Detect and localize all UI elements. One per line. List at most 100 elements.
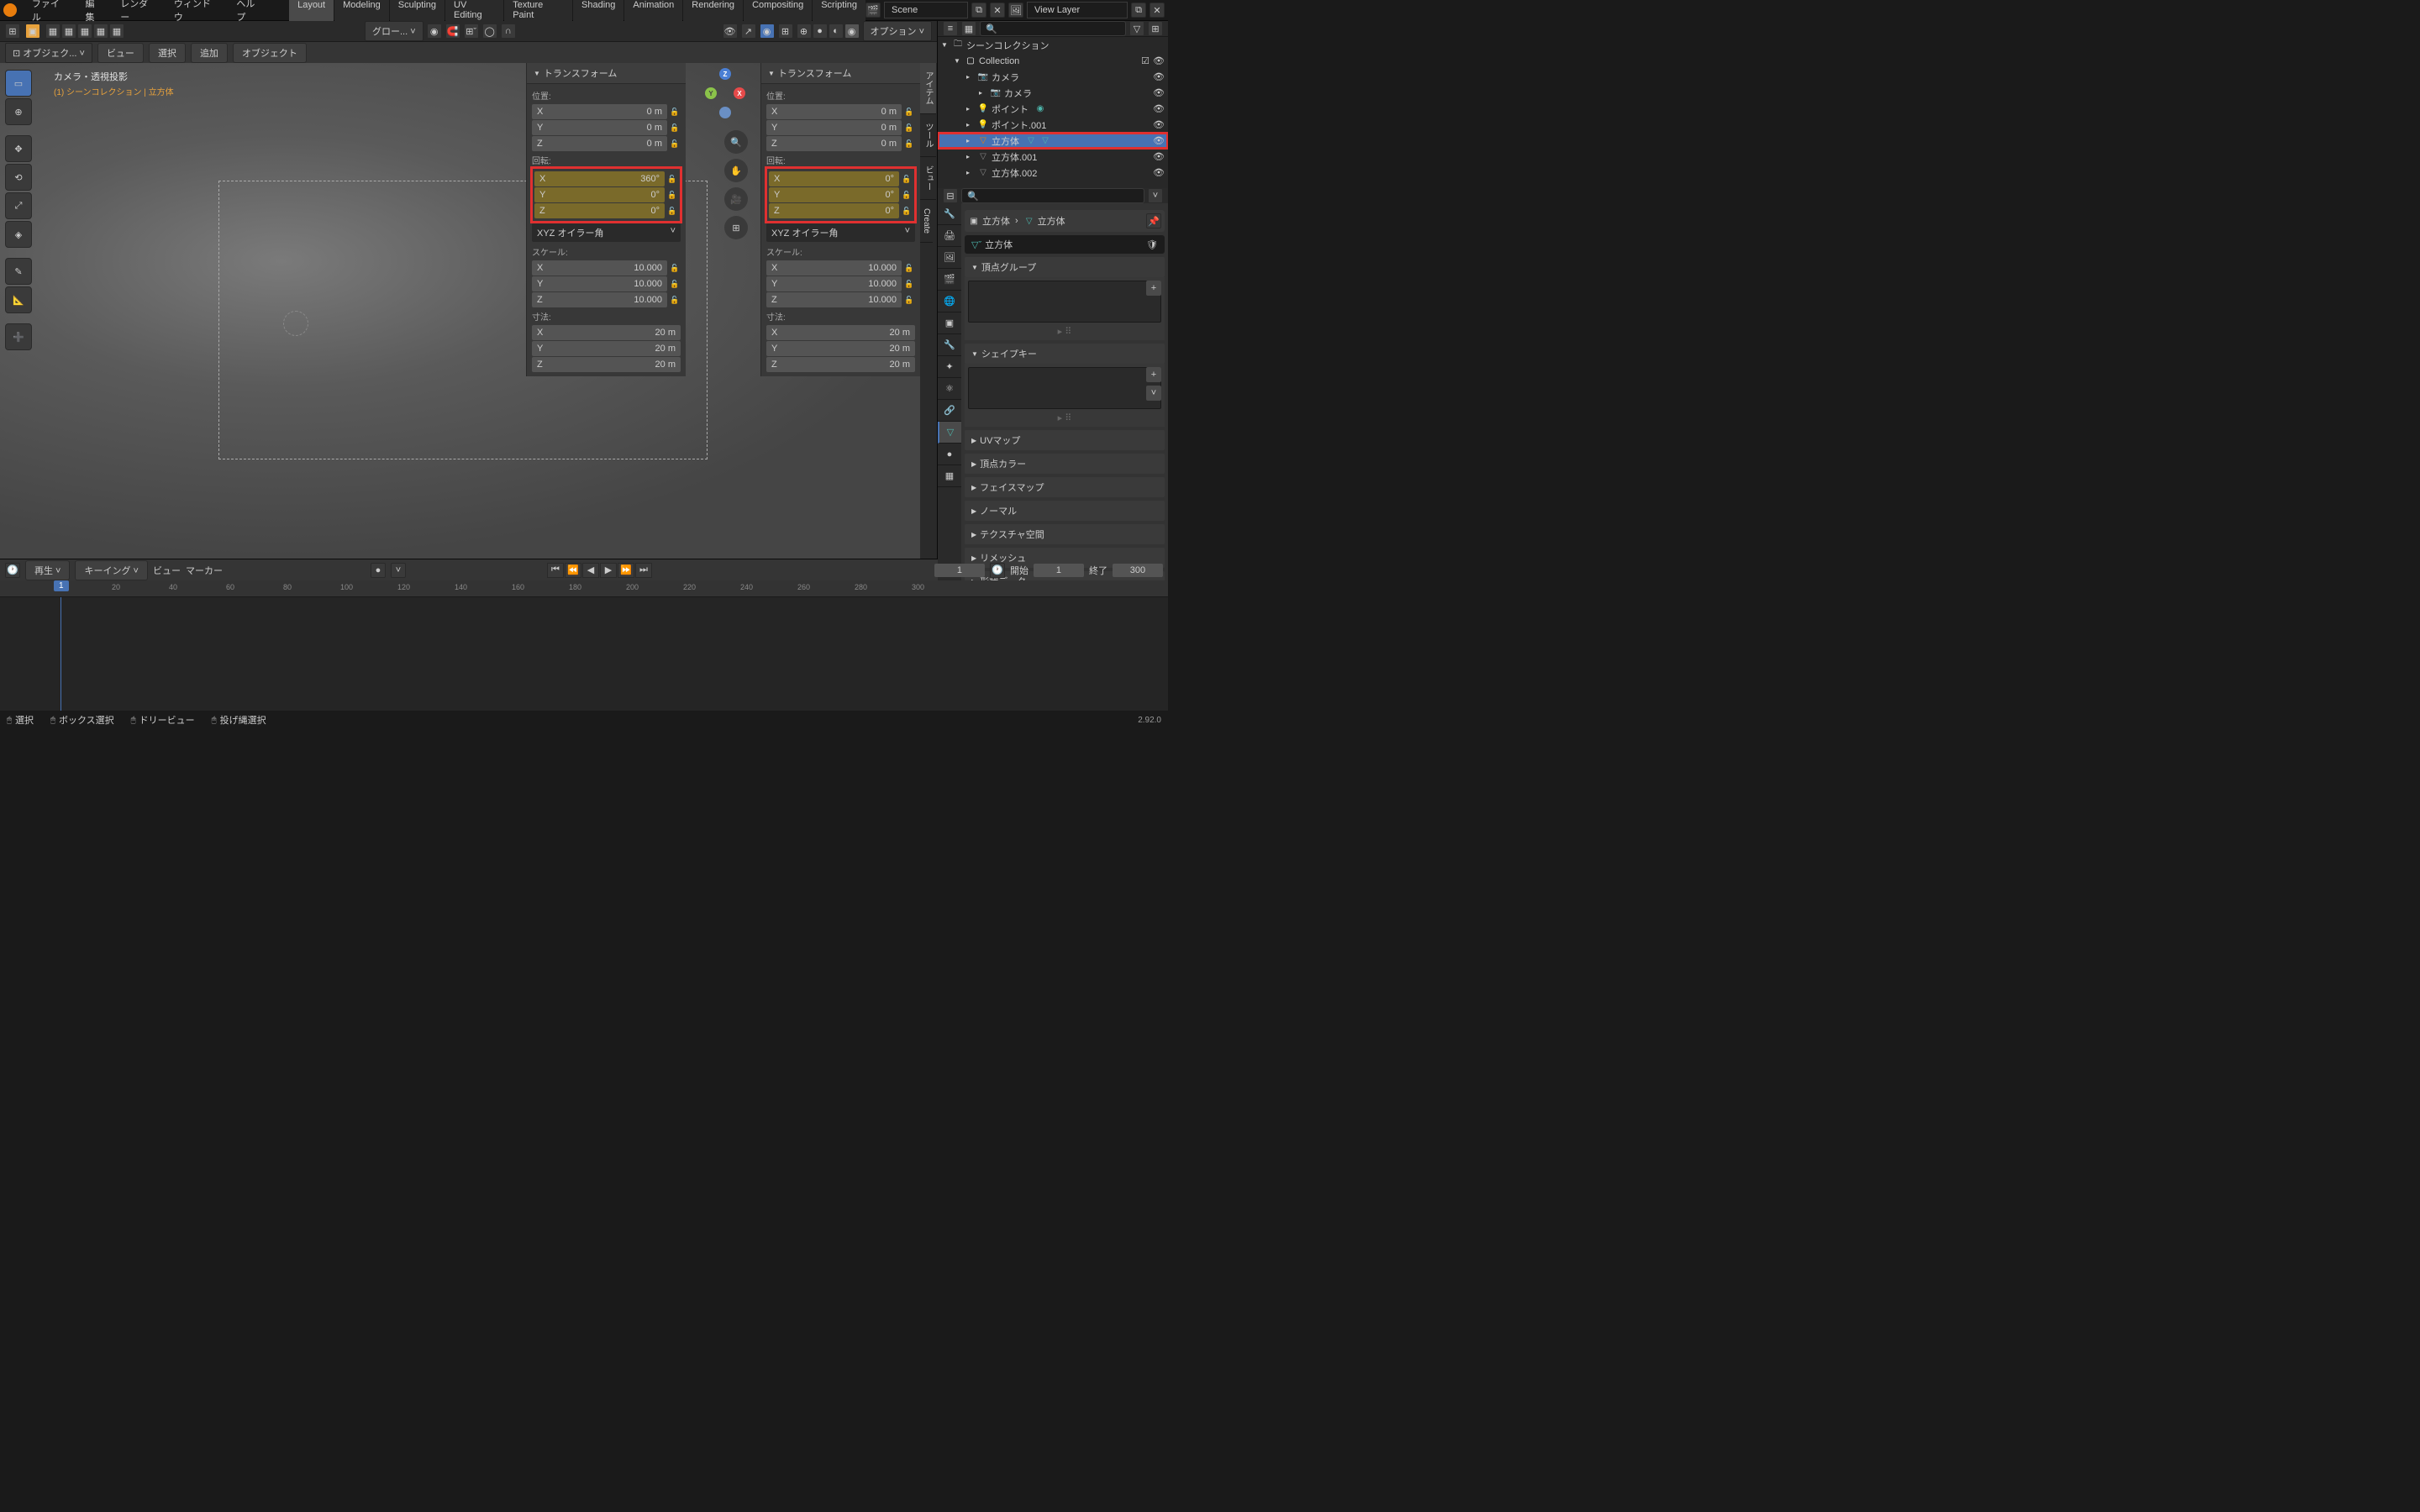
timeline-editor-icon[interactable]: 🕐 [5,563,20,578]
nav-gizmo[interactable]: Z Y X [700,68,750,118]
jump-end-icon[interactable]: ⏭ [635,563,652,578]
ws-tab-layout[interactable]: Layout [289,0,334,24]
outliner-item[interactable]: ▸💡ポイント◉👁 [938,101,1168,117]
tab-constraint-icon[interactable]: 🔗 [938,400,961,422]
scale-z-input[interactable]: Z10.000 [766,292,902,307]
play-icon[interactable]: ▶ [600,563,617,578]
snap-icon[interactable]: 🧲 [445,24,460,39]
tab-modifier-icon[interactable]: 🔧 [938,334,961,356]
select-mode-5-icon[interactable]: ▦ [109,24,124,39]
jump-prev-key-icon[interactable]: ⏪ [565,563,581,578]
tool-annotate[interactable]: ✎ [5,258,32,285]
bc-object[interactable]: 立方体 [982,214,1010,228]
lock-icon[interactable]: 🔓 [666,189,678,201]
lock-icon[interactable]: 🔓 [669,278,681,290]
pos-x-input[interactable]: X0 m [532,104,667,119]
outliner-collection[interactable]: ▼▢Collection☑👁 [938,53,1168,69]
tool-scale[interactable]: ⤢ [5,192,32,219]
shading-render-icon[interactable]: ◉ [844,24,860,39]
tl-marker-menu[interactable]: マーカー [186,564,223,577]
jump-next-key-icon[interactable]: ⏩ [618,563,634,578]
tool-measure[interactable]: 📐 [5,286,32,313]
lock-icon[interactable]: 🔓 [903,278,915,290]
menu-help[interactable]: ヘルプ [228,0,272,24]
persp-toggle-icon[interactable]: ⊞ [724,216,748,239]
list-drag-icon[interactable]: ▸ ⠿ [968,412,1161,423]
pos-y-input[interactable]: Y0 m [532,120,667,135]
ws-tab-anim[interactable]: Animation [624,0,682,24]
overlay-toggle-icon[interactable]: ◉ [760,24,775,39]
cursor-tool-icon[interactable]: ▣ [25,24,40,39]
tool-select-box[interactable]: ▭ [5,70,32,97]
bc-mesh[interactable]: 立方体 [1038,214,1065,228]
rot-y-input[interactable]: Y0° [769,187,899,202]
tool-move[interactable]: ✥ [5,135,32,162]
ws-tab-comp[interactable]: Compositing [744,0,812,24]
props-options-icon[interactable]: ˅ [1148,188,1163,203]
gizmo-y-axis[interactable]: Y [705,87,717,99]
panel-shape-keys[interactable]: シェイプキー [965,344,1165,364]
np-tab-tool[interactable]: ツール [920,114,936,157]
scene-delete-icon[interactable]: ✕ [990,3,1005,18]
np-tab-item[interactable]: アイテム [920,63,936,114]
scene-copy-icon[interactable]: ⧉ [971,3,986,18]
outliner-display-icon[interactable]: ▦ [961,21,976,36]
prop-type-icon[interactable]: ∩ [501,24,516,39]
select-mode-4-icon[interactable]: ▦ [93,24,108,39]
scene-name-input[interactable]: Scene [884,2,968,18]
dim-y-input[interactable]: Y20 m [766,341,915,356]
rot-z-input[interactable]: Z0° [534,203,665,218]
rot-z-input[interactable]: Z0° [769,203,899,218]
lock-icon[interactable]: 🔓 [666,173,678,185]
shape-keys-list[interactable] [968,367,1161,409]
outliner-item[interactable]: ▸▽立方体▽▽👁 [938,133,1168,149]
options-dropdown[interactable]: オプション ˅ [863,21,932,41]
camera-view-icon[interactable]: 🎥 [724,187,748,211]
viewlayer-name-input[interactable]: View Layer [1027,2,1128,18]
dim-y-input[interactable]: Y20 m [532,341,681,356]
dim-z-input[interactable]: Z20 m [766,357,915,372]
lock-icon[interactable]: 🔓 [666,205,678,217]
editor-type-icon[interactable]: ⊞ [5,24,20,39]
ws-tab-sculpting[interactable]: Sculpting [390,0,445,24]
scale-y-input[interactable]: Y10.000 [766,276,902,291]
pos-z-input[interactable]: Z0 m [766,136,902,151]
end-frame-input[interactable]: 300 [1113,564,1163,577]
dropdown-button[interactable]: ˅ [1146,386,1161,401]
menu-select[interactable]: 選択 [149,43,186,63]
eye-icon[interactable]: 👁 [1153,151,1165,162]
panel-texture-space[interactable]: テクスチャ空間 [965,524,1165,544]
current-frame-input[interactable]: 1 [934,564,985,577]
scale-z-input[interactable]: Z10.000 [532,292,667,307]
select-mode-2-icon[interactable]: ▦ [61,24,76,39]
eye-icon[interactable]: 👁 [1153,135,1165,146]
list-drag-icon[interactable]: ▸ ⠿ [968,326,1161,337]
viewlayer-browse-icon[interactable]: 🖼 [1008,3,1023,18]
autokey-mode-icon[interactable]: ˅ [391,563,406,578]
outliner-item[interactable]: ▸▽立方体.002👁 [938,165,1168,181]
checkbox-icon[interactable]: ☑ [1141,55,1150,66]
tab-particle-icon[interactable]: ✦ [938,356,961,378]
pos-y-input[interactable]: Y0 m [766,120,902,135]
ws-tab-texpaint[interactable]: Texture Paint [504,0,572,24]
zoom-button-icon[interactable]: 🔍 [724,130,748,154]
menu-render[interactable]: レンダー [112,0,166,24]
tab-render-icon[interactable]: 🔧 [938,203,961,225]
lock-icon[interactable]: 🔓 [669,122,681,134]
panel-vertex-colors[interactable]: 頂点カラー [965,454,1165,474]
lock-icon[interactable]: 🔓 [669,262,681,274]
scale-x-input[interactable]: X10.000 [766,260,902,276]
outliner-item[interactable]: ▸💡ポイント.001👁 [938,117,1168,133]
rotation-mode-dropdown[interactable]: XYZ オイラー角˅ [532,223,681,242]
outliner-tree[interactable]: ▼🗀シーンコレクション ▼▢Collection☑👁 ▸📷カメラ👁▸📷カメラ👁▸… [938,37,1168,188]
jump-start-icon[interactable]: ⏮ [547,563,564,578]
pos-z-input[interactable]: Z0 m [532,136,667,151]
tab-mesh-data-icon[interactable]: ▽ [938,422,961,444]
ws-tab-script[interactable]: Scripting [813,0,865,24]
tab-object-icon[interactable]: ▣ [938,312,961,334]
ws-tab-modeling[interactable]: Modeling [334,0,389,24]
scene-browse-icon[interactable]: 🎬 [865,3,881,18]
pos-x-input[interactable]: X0 m [766,104,902,119]
3d-viewport[interactable]: ⊞ ▣ ▦ ▦ ▦ ▦ ▦ グロー... ˅ ◉ 🧲 ⊞ˇ ◯ ∩ 👁 ↗ ◉ [0,21,937,559]
lock-icon[interactable]: 🔓 [669,294,681,306]
